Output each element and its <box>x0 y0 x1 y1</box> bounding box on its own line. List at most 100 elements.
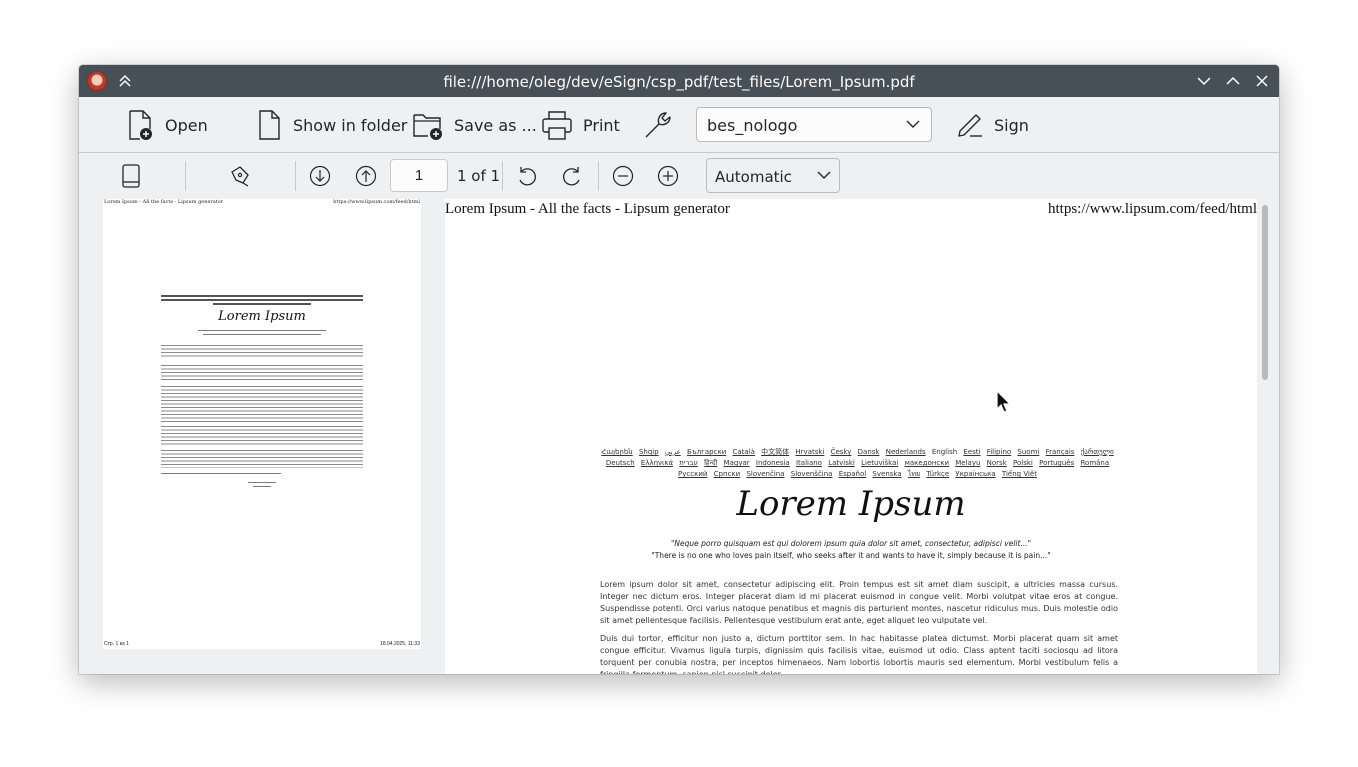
page-number-input[interactable]: 1 <box>390 159 448 192</box>
mouse-cursor-icon <box>996 390 1012 413</box>
show-in-folder-label: Show in folder <box>293 115 408 135</box>
close-icon[interactable] <box>1252 71 1272 91</box>
save-as-button[interactable]: Save as ... <box>412 107 537 143</box>
language-link[interactable]: Tiếng Việt <box>1002 470 1037 478</box>
thumbnail-title: Lorem Ipsum <box>218 309 306 324</box>
thumbnail-text-line <box>198 330 326 331</box>
thumbnail-header-left: Lorem Ipsum - All the facts - Lipsum gen… <box>104 199 224 205</box>
thumbnail-paragraph <box>161 450 363 468</box>
toolbar-separator <box>185 161 186 191</box>
vertical-scrollbar[interactable] <box>1262 205 1268 380</box>
rotate-right-icon[interactable] <box>557 161 587 191</box>
language-link[interactable]: Português <box>1039 459 1074 467</box>
language-link[interactable]: Melayu <box>955 459 980 467</box>
language-link[interactable]: हिन्दी <box>704 459 717 467</box>
page-count: 1 of 1 <box>457 167 501 185</box>
thumbnail-text-line <box>253 486 271 487</box>
language-link[interactable]: Italiano <box>796 459 822 467</box>
language-link[interactable]: Latviski <box>828 459 855 467</box>
language-link[interactable]: Ελληνικά <box>641 459 673 467</box>
language-link[interactable]: Hrvatski <box>795 448 824 456</box>
language-link[interactable]: English <box>932 448 957 456</box>
certificate-select[interactable]: bes_nologo <box>696 107 932 142</box>
sidebar-toggle-icon[interactable] <box>116 161 146 191</box>
language-link[interactable]: ქართული <box>1081 448 1114 456</box>
language-link[interactable]: македонски <box>905 459 949 467</box>
language-link[interactable]: Українська <box>955 470 995 478</box>
thumbnail-text-line <box>161 473 281 474</box>
language-link[interactable]: Polski <box>1013 459 1033 467</box>
title-bar: file:///home/oleg/dev/eSign/csp_pdf/test… <box>79 65 1279 97</box>
open-button[interactable]: Open <box>127 107 208 143</box>
language-link[interactable]: Հայերեն <box>601 448 632 456</box>
language-link[interactable]: Shqip <box>639 448 659 456</box>
save-as-label: Save as ... <box>454 115 537 135</box>
thumbnail-text-line <box>203 334 321 335</box>
language-link[interactable]: Magyar <box>724 459 750 467</box>
language-link[interactable]: Српски <box>714 470 741 478</box>
sign-button[interactable]: Sign <box>956 107 1029 143</box>
language-link[interactable]: עברית <box>679 459 698 467</box>
language-link[interactable]: Česky <box>831 448 852 456</box>
language-link[interactable]: 中文简体 <box>761 448 789 456</box>
document-paragraph: Lorem ipsum dolor sit amet, consectetur … <box>600 580 1118 625</box>
language-link[interactable]: Suomi <box>1017 448 1039 456</box>
next-page-icon[interactable] <box>305 161 335 191</box>
document-title: Lorem Ipsum <box>736 484 966 524</box>
language-link[interactable]: عربي <box>665 448 681 456</box>
language-link[interactable]: Dansk <box>858 448 880 456</box>
wrench-icon <box>645 112 671 138</box>
content-area: Lorem Ipsum - All the facts - Lipsum gen… <box>79 199 1279 674</box>
language-link[interactable]: Slovenčina <box>746 470 784 478</box>
document-paragraph: Duis dui tortor, efficitur non justo a, … <box>600 634 1118 674</box>
show-in-folder-button[interactable]: Show in folder <box>257 107 407 143</box>
thumbnail-header-right: https://www.lipsum.com/feed/html <box>333 199 420 205</box>
print-button[interactable]: Print <box>541 107 620 143</box>
language-link[interactable]: Català <box>732 448 754 456</box>
open-label: Open <box>165 115 208 135</box>
language-link[interactable]: Français <box>1046 448 1075 456</box>
rotate-left-icon[interactable] <box>512 161 542 191</box>
page-header-right: https://www.lipsum.com/feed/html <box>1047 201 1257 217</box>
thumbnail-paragraph <box>161 426 363 446</box>
zoom-in-icon[interactable] <box>653 161 683 191</box>
document-page[interactable]: Lorem Ipsum - All the facts - Lipsum gen… <box>445 199 1257 674</box>
language-link[interactable]: Svenska <box>872 470 901 478</box>
language-link[interactable]: Indonesia <box>756 459 790 467</box>
language-link[interactable]: Norsk <box>987 459 1007 467</box>
latin-quote: "Neque porro quisquam est qui dolorem ip… <box>670 539 1032 548</box>
pen-icon <box>958 114 982 137</box>
navigation-toolbar: 1 1 of 1 Automatic <box>79 153 1279 199</box>
language-link[interactable]: Româna <box>1080 459 1109 467</box>
previous-page-icon[interactable] <box>351 161 381 191</box>
settings-button[interactable] <box>642 107 684 143</box>
thumbnail-text-line <box>248 482 276 483</box>
main-toolbar: Open Show in folder Save as ... Print be… <box>79 97 1279 153</box>
zoom-select-value: Automatic <box>715 168 792 186</box>
window-title: file:///home/oleg/dev/eSign/csp_pdf/test… <box>443 73 915 91</box>
annotate-pen-icon[interactable] <box>225 161 255 191</box>
language-link[interactable]: Nederlands <box>886 448 926 456</box>
minimize-icon[interactable] <box>1194 71 1214 91</box>
language-link[interactable]: Deutsch <box>606 459 635 467</box>
thumbnail-footer-left: Стр. 1 из 1 <box>104 641 129 647</box>
language-link[interactable]: Lietuviškai <box>861 459 898 467</box>
language-link[interactable]: Български <box>687 448 726 456</box>
pdf-viewer-window: file:///home/oleg/dev/eSign/csp_pdf/test… <box>79 65 1279 674</box>
toolbar-separator <box>295 161 296 191</box>
language-link[interactable]: Slovenščina <box>791 470 833 478</box>
language-link[interactable]: Filipino <box>987 448 1011 456</box>
english-quote: "There is no one who loves pain itself, … <box>651 551 1051 560</box>
thumbnail-footer-right: 18.04.2025, 11:33 <box>380 641 420 647</box>
zoom-select[interactable]: Automatic <box>706 158 840 193</box>
thumbnail-paragraph <box>161 386 363 422</box>
maximize-icon[interactable] <box>1223 71 1243 91</box>
toolbar-separator <box>502 161 503 191</box>
language-link[interactable]: Türkçe <box>926 470 949 478</box>
language-link[interactable]: Eesti <box>963 448 980 456</box>
language-link[interactable]: ไทย <box>908 470 920 478</box>
language-link[interactable]: Pyccкий <box>678 470 707 478</box>
language-link[interactable]: Español <box>839 470 866 478</box>
zoom-out-icon[interactable] <box>608 161 638 191</box>
page-thumbnail[interactable]: Lorem Ipsum - All the facts - Lipsum gen… <box>103 199 421 649</box>
